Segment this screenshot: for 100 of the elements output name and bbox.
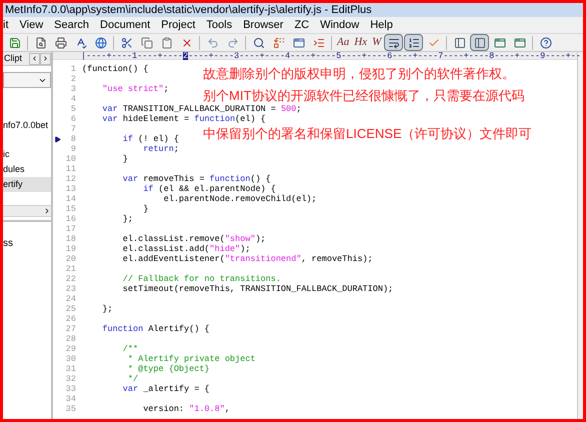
- line-number: 6: [70, 114, 76, 124]
- undo-icon: [206, 36, 218, 48]
- code-line: "use strict";: [101, 84, 169, 94]
- code-line: /**: [122, 344, 138, 354]
- code-line: // Fallback for no transitions.: [122, 274, 281, 284]
- line-number: 27: [64, 324, 76, 334]
- menu-item[interactable]: Window: [320, 16, 360, 34]
- folder-tree-item[interactable]: nfo7.0.0bet: [3, 118, 51, 133]
- preview-icon: [34, 36, 46, 48]
- line-number: 28: [64, 334, 76, 344]
- menu-item[interactable]: View: [20, 16, 44, 34]
- line-number: 18: [64, 234, 76, 244]
- menu-item[interactable]: it: [3, 16, 8, 34]
- code-line: var _alertify = {: [122, 384, 210, 394]
- tab-scroll-left-button[interactable]: [29, 52, 40, 64]
- line-number: 5: [70, 104, 76, 114]
- menu-item[interactable]: Browser: [243, 16, 284, 34]
- line-number: 23: [64, 284, 76, 294]
- line-number: 34: [64, 394, 76, 404]
- indent-icon: [312, 36, 324, 48]
- code-line: return;: [142, 144, 179, 154]
- line-number: 29: [64, 344, 76, 354]
- menu-item[interactable]: Document: [100, 16, 150, 34]
- chevron-right-icon: [42, 55, 49, 62]
- menu-item[interactable]: Search: [54, 16, 90, 34]
- code-line: };: [122, 214, 134, 224]
- horizontal-scrollbar[interactable]: [3, 205, 51, 217]
- line-number: 12: [64, 174, 76, 184]
- annotation-line: 故意删除别个的版权申明，侵犯了别个的软件著作权。: [203, 66, 515, 82]
- code-line: var hideElement = function(el) {: [101, 114, 266, 124]
- window-icon: [494, 36, 506, 48]
- folder-tree-item[interactable]: ic: [3, 147, 51, 162]
- panel-icon: [454, 36, 466, 48]
- line-number: 30: [64, 354, 76, 364]
- window-icon: [514, 36, 526, 48]
- code-line: el.classList.add("hide");: [122, 244, 250, 254]
- annotation-line: 别个MIT协议的开源软件已经很慷慨了，只需要在源代码: [203, 88, 524, 104]
- replace-icon: [272, 36, 284, 48]
- word-wrap-icon: [388, 36, 400, 48]
- format-tool-button[interactable]: Hx: [352, 34, 370, 51]
- delete-icon: [180, 36, 192, 48]
- code-line: setTimeout(removeThis, TRANSITION_FALLBACK_DURATION);: [122, 284, 394, 294]
- word-wrap-tool-button[interactable]: [384, 34, 404, 51]
- code-line: */: [126, 374, 138, 384]
- scroll-right-icon: [43, 207, 51, 215]
- numbered-list-tool-button[interactable]: [404, 34, 424, 51]
- search-icon: [252, 36, 264, 48]
- column-ruler: |----+----1----+----2----+----3----+----4----+----5----+----6----+----7----+----8----+----9----+--: [81, 52, 581, 60]
- code-line: * @type {Object}: [126, 364, 210, 374]
- code-line: el.addEventListener("transitionend", removeThis);: [122, 254, 373, 264]
- globe-icon: [94, 36, 106, 48]
- line-number: 21: [64, 264, 76, 274]
- format-tool-button[interactable]: W: [370, 34, 384, 51]
- menu-item[interactable]: Project: [161, 16, 196, 34]
- save-icon: [8, 36, 20, 48]
- folder-tree-item[interactable]: dules: [3, 162, 51, 177]
- line-number: 33: [64, 384, 76, 394]
- code-line: (function() {: [82, 64, 148, 74]
- line-number: 3: [70, 84, 76, 94]
- line-number: 4: [70, 94, 76, 104]
- menu-item[interactable]: Tools: [206, 16, 232, 34]
- code-line: el.classList.remove("show");: [122, 234, 266, 244]
- panel-tool-button[interactable]: [470, 34, 490, 51]
- line-number: 1: [70, 64, 76, 74]
- code-line: if (! el) {: [122, 134, 179, 144]
- menu-item[interactable]: Help: [370, 16, 393, 34]
- line-number: 14: [64, 194, 76, 204]
- spellcheck-icon: [74, 36, 86, 48]
- line-number: 15: [64, 204, 76, 214]
- format-tool-button[interactable]: Aa: [335, 34, 352, 51]
- line-number: 20: [64, 254, 76, 264]
- line-number: 8: [70, 134, 76, 144]
- menu-item[interactable]: ZC: [294, 16, 310, 34]
- line-number: 10: [64, 154, 76, 164]
- line-number: 31: [64, 364, 76, 374]
- checkmark-icon: [428, 36, 440, 48]
- annotation-line: 中保留别个的署名和保留LICENSE（许可协议）文件即可: [203, 126, 532, 142]
- code-line: * Alertify private object: [126, 354, 256, 364]
- code-line: var TRANSITION_FALLBACK_DURATION = 500;: [101, 104, 302, 114]
- line-number: 32: [64, 374, 76, 384]
- tab-scroll-right-button[interactable]: [40, 52, 51, 64]
- window-icon: [292, 36, 304, 48]
- code-line: if (el && el.parentNode) {: [142, 184, 276, 194]
- code-line: var removeThis = function() {: [122, 174, 271, 184]
- line-number: 24: [64, 294, 76, 304]
- print-icon: [54, 36, 66, 48]
- window-title: MetInfo7.0.0\app\system\include\static\vendor\alertify-js\alertify.js - EditPlus: [3, 3, 583, 17]
- file-list-item[interactable]: ss: [3, 236, 51, 251]
- folder-tree-item[interactable]: ertify: [3, 177, 51, 192]
- code-line: }: [122, 154, 128, 164]
- code-line: function Alertify() {: [101, 324, 210, 334]
- redo-icon: [226, 36, 238, 48]
- line-number: 9: [70, 144, 76, 154]
- scissors-icon: [120, 36, 132, 48]
- line-number: 19: [64, 244, 76, 254]
- code-line: el.parentNode.removeChild(el);: [162, 194, 317, 204]
- code-line: };: [101, 304, 113, 314]
- copy-icon: [140, 36, 152, 48]
- code-line: }: [142, 204, 148, 214]
- numbered-list-icon: [408, 36, 420, 48]
